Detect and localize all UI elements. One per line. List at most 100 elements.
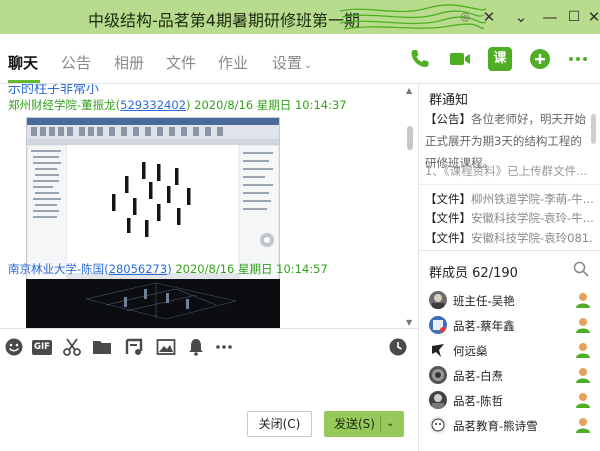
tab-chat[interactable]: 聊天: [8, 52, 38, 73]
scroll-up-icon[interactable]: ▲: [406, 86, 412, 95]
group-file-list: 【文件】柳州铁道学院-李萌-牛... 【文件】安徽科技学院-袁玲-牛... 【文…: [419, 184, 600, 250]
avatar: [429, 316, 447, 334]
file-name: 安徽科技学院-袁玲-牛...: [471, 211, 593, 225]
shared-screenshot-image[interactable]: [26, 117, 280, 285]
file-tag: 【文件】: [425, 211, 471, 225]
file-item[interactable]: 【文件】安徽科技学院-袁玲-牛...: [425, 210, 593, 226]
message-sender: 南京林业大学-陈国(28056273) 2020/8/16 星期日 10:14:…: [8, 262, 328, 276]
file-tag: 【文件】: [425, 192, 471, 206]
cad-window-icon: [26, 118, 280, 282]
avatar: [429, 391, 447, 409]
scroll-down-icon[interactable]: ▼: [406, 318, 412, 327]
members-label: 群成员: [429, 266, 469, 281]
member-name: 品茗-陈哲: [453, 394, 504, 408]
member-item[interactable]: 品茗-蔡年鑫: [419, 314, 600, 339]
member-item[interactable]: 品茗-陈哲: [419, 389, 600, 414]
active-tab-indicator: [8, 80, 40, 83]
chat-scrollbar-thumb[interactable]: [407, 126, 413, 150]
message-sender: 郑州财经学院-董振龙(529332402) 2020/8/16 星期日 10:1…: [8, 98, 347, 112]
group-notice-title: 群通知: [429, 93, 469, 108]
member-item[interactable]: 班主任-吴艳: [419, 289, 600, 314]
file-tag: 【文件】: [425, 231, 471, 245]
admin-user-icon: [576, 418, 590, 433]
member-name: 品茗-白焘: [453, 369, 504, 383]
tab-album[interactable]: 相册: [114, 52, 144, 73]
add-icon[interactable]: [528, 47, 552, 71]
minimize-icon[interactable]: —: [539, 6, 561, 28]
send-button-label: 发送(S): [334, 417, 375, 431]
shared-screenshot-image[interactable]: [26, 279, 280, 328]
sender-name: 郑州财经学院-董振龙: [8, 98, 116, 112]
member-name: 品茗教育-熊诗雪: [453, 419, 538, 433]
phone-icon[interactable]: [408, 47, 432, 71]
class-icon[interactable]: 课: [488, 47, 512, 71]
tab-bar: 聊天 公告 相册 文件 作业 设置 ⌄ 课: [0, 34, 600, 84]
window-title: 中级结构-品茗第4期暑期研修班第一期: [88, 11, 360, 30]
chevron-down-icon: ⌄: [304, 60, 313, 71]
admin-user-icon: [576, 393, 590, 408]
more-icon[interactable]: [566, 47, 590, 71]
3d-wireframe-icon: [85, 282, 237, 320]
tab-announcement[interactable]: 公告: [61, 52, 91, 73]
notice-scrollbar-thumb[interactable]: [591, 114, 596, 144]
sender-qq-link[interactable]: 529332402: [120, 98, 186, 112]
member-name: 品茗-蔡年鑫: [453, 319, 515, 333]
chevron-down-icon[interactable]: ⌄: [510, 6, 532, 28]
more-dots-icon[interactable]: [214, 337, 234, 357]
tab-settings[interactable]: 设置 ⌄: [272, 52, 312, 73]
video-icon[interactable]: [448, 47, 472, 71]
emoji-icon[interactable]: [4, 337, 24, 357]
member-name: 班主任-吴艳: [453, 294, 515, 308]
file-name: 安徽科技学院-袁玲081...: [471, 231, 593, 245]
admin-user-icon: [576, 318, 590, 333]
message-time: 2020/8/16 星期日 10:14:57: [175, 262, 328, 276]
title-bar: 中级结构-品茗第4期暑期研修班第一期 ◎ ✕ ⌄ — ☐ ✕: [0, 0, 600, 34]
file-name: 柳州铁道学院-李萌-牛...: [471, 192, 593, 206]
scissors-icon[interactable]: [62, 337, 82, 357]
member-name: 何远燊: [453, 344, 488, 358]
image-icon[interactable]: [156, 337, 176, 357]
sender-name: 南京林业大学-陈国: [8, 262, 105, 276]
message-time: 2020/8/16 星期日 10:14:37: [194, 98, 347, 112]
search-icon[interactable]: [573, 261, 589, 277]
folder-icon[interactable]: [92, 337, 112, 357]
send-button-divider: [380, 416, 381, 432]
file-item[interactable]: 【文件】柳州铁道学院-李萌-牛...: [425, 191, 593, 207]
group-side-panel: 群通知 【公告】各位老师好，明天开始正式展开为期3天的结构工程的研修班课程。 1…: [418, 84, 600, 451]
sender-qq-link[interactable]: 28056273: [109, 262, 168, 276]
divider: [419, 250, 600, 251]
chat-history[interactable]: 示的柱子非常小 郑州财经学院-董振龙(529332402) 2020/8/16 …: [0, 84, 418, 328]
file-item[interactable]: 【文件】安徽科技学院-袁玲081...: [425, 230, 593, 246]
send-button[interactable]: 发送(S) ⌄: [324, 411, 404, 437]
member-item[interactable]: 品茗教育-熊诗雪: [419, 414, 600, 439]
message-text: 示的柱子非常小: [8, 84, 100, 97]
message-input[interactable]: [0, 364, 418, 414]
avatar: [429, 291, 447, 309]
tab-homework[interactable]: 作业: [218, 52, 248, 73]
window-close-icon[interactable]: ✕: [583, 6, 600, 28]
notice-tag: 【公告】: [425, 112, 471, 126]
avatar: [429, 366, 447, 384]
pin-icon[interactable]: ◎: [454, 6, 476, 28]
admin-user-icon: [576, 368, 590, 383]
admin-user-icon: [576, 343, 590, 358]
gif-icon[interactable]: GIF: [32, 340, 52, 355]
maximize-icon[interactable]: ☐: [563, 6, 585, 28]
close-tab-icon[interactable]: ✕: [478, 6, 500, 28]
members-count: 62/190: [472, 266, 518, 281]
music-icon[interactable]: [124, 337, 144, 357]
group-members-title: 群成员 62/190: [429, 262, 518, 281]
member-item[interactable]: 品茗-白焘: [419, 364, 600, 389]
member-item[interactable]: 何远燊: [419, 339, 600, 364]
admin-user-icon: [576, 293, 590, 308]
send-options-chevron-icon[interactable]: ⌄: [386, 411, 394, 437]
tab-files[interactable]: 文件: [166, 52, 196, 73]
avatar: [429, 416, 447, 434]
input-toolbar: GIF: [0, 328, 418, 364]
avatar: [429, 341, 447, 359]
close-button[interactable]: 关闭(C): [247, 411, 312, 437]
notice-more-text[interactable]: 1、《课程资料》已上传群文件...: [425, 163, 587, 179]
tab-settings-label: 设置: [272, 54, 303, 72]
clock-icon[interactable]: [388, 337, 408, 357]
bell-icon[interactable]: [186, 337, 206, 357]
